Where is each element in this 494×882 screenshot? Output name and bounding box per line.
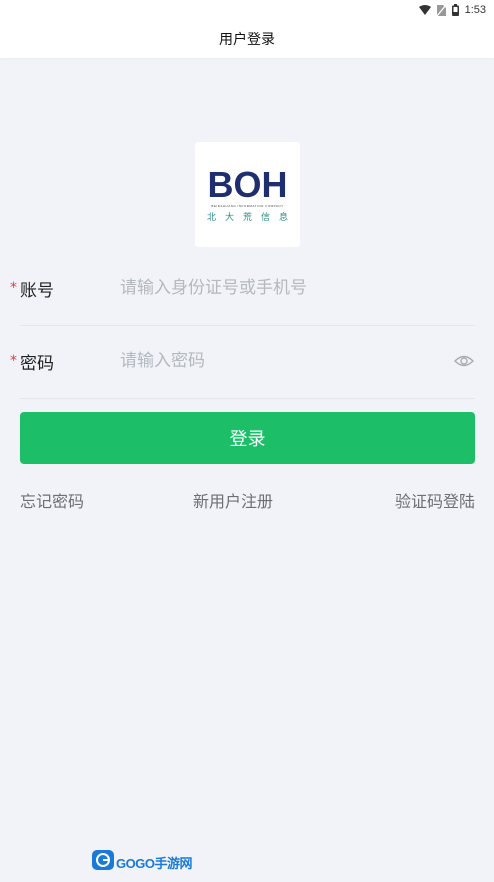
account-label: 账号 [20,280,54,301]
logo-subtitle: BEIDAHUANG INFORMATION COMPANY [211,203,284,208]
forgot-password-link[interactable]: 忘记密码 [20,488,84,512]
logo-chinese: 北大荒信息 [206,212,297,223]
page-title: 用户登录 [219,32,275,48]
watermark-text: GOGO手游网 [116,855,192,871]
password-label: 密码 [20,353,54,374]
app-logo: BOH BEIDAHUANG INFORMATION COMPANY 北大荒信息 [195,142,300,247]
account-row: * 账号 [0,252,494,324]
auth-links: 忘记密码 新用户注册 验证码登陆 [20,488,475,512]
account-input[interactable] [120,273,440,303]
wifi-icon [418,5,431,15]
register-link[interactable]: 新用户注册 [193,488,273,512]
password-input[interactable] [120,346,420,376]
sms-login-link[interactable]: 验证码登陆 [395,488,475,512]
status-time: 1:53 [464,4,486,16]
battery-icon [451,4,459,16]
watermark-logo-icon [92,850,114,874]
logo-letters-text: BOH [207,163,288,205]
eye-icon[interactable] [454,351,474,371]
status-bar: 1:53 [0,0,494,20]
logo-letters: BOH [207,163,288,205]
watermark: GOGO手游网 [92,850,192,874]
password-row: * 密码 [0,325,494,397]
no-sim-icon [436,4,446,16]
divider [20,398,475,399]
login-button[interactable]: 登录 [20,412,475,464]
required-mark: * [10,353,17,369]
page-header: 用户登录 [0,20,494,58]
required-mark: * [10,280,17,296]
